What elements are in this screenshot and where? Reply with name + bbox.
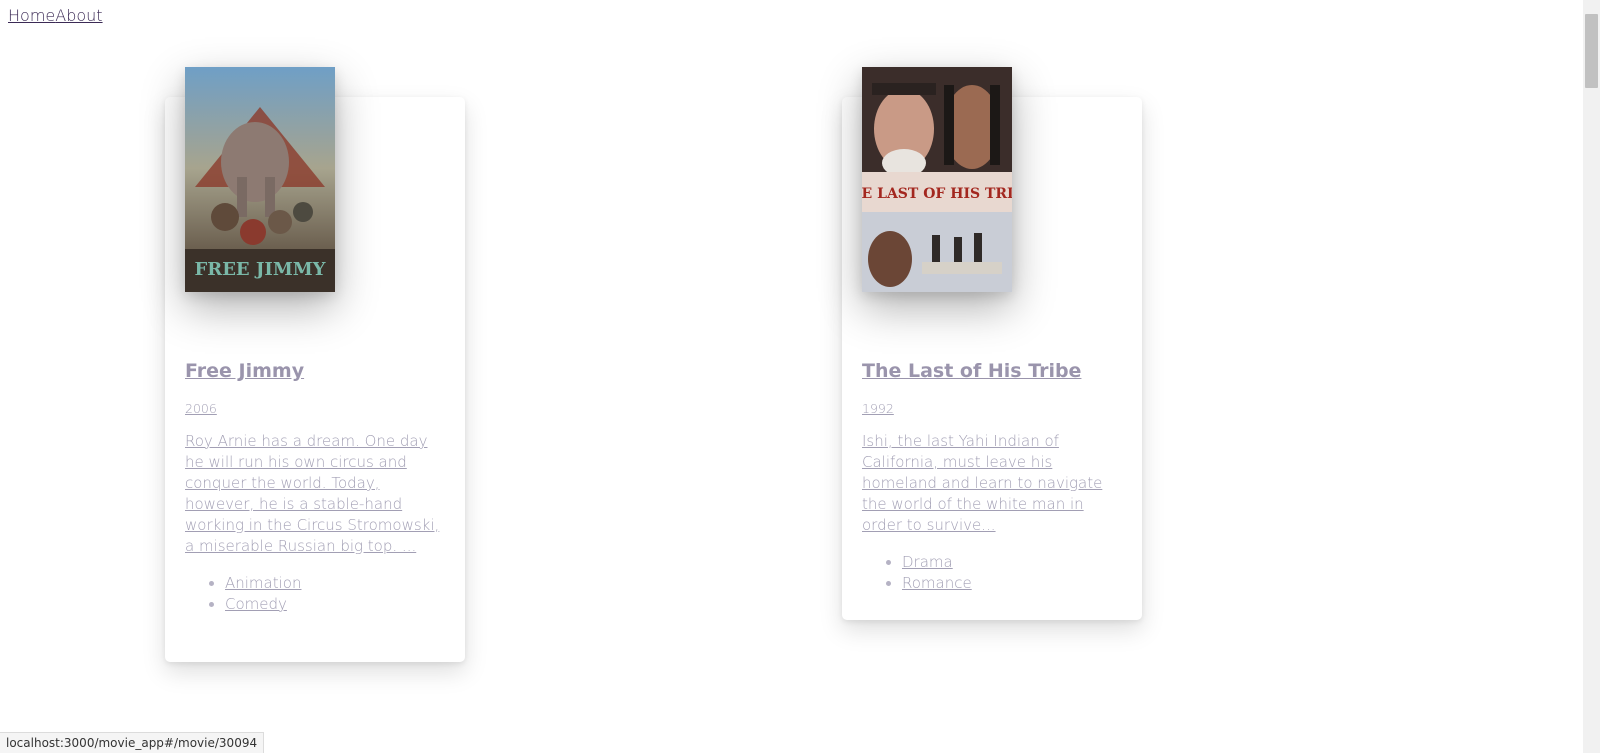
movie-title[interactable]: The Last of His Tribe xyxy=(862,359,1122,383)
nav-home-link[interactable]: Home xyxy=(8,6,55,25)
movie-title[interactable]: Free Jimmy xyxy=(185,359,445,383)
genre-label[interactable]: Comedy xyxy=(225,595,287,613)
movie-poster[interactable]: FREE JIMMY xyxy=(185,67,335,292)
genre-list: Drama Romance xyxy=(862,552,1122,594)
genre-label[interactable]: Romance xyxy=(902,574,972,592)
genre-label[interactable]: Drama xyxy=(902,553,953,571)
browser-status-bar: localhost:3000/movie_app#/movie/30094 xyxy=(0,732,265,753)
poster-image-last-of-his-tribe: THE LAST OF HIS TRIBE xyxy=(862,67,1012,292)
genre-item: Animation xyxy=(225,573,445,594)
page-scrollbar[interactable] xyxy=(1583,0,1600,753)
movie-summary[interactable]: Roy Arnie has a dream. One day he will r… xyxy=(185,431,445,557)
movie-poster[interactable]: THE LAST OF HIS TRIBE xyxy=(862,67,1012,292)
genre-item: Drama xyxy=(902,552,1122,573)
movie-card-body: Free Jimmy 2006 Roy Arnie has a dream. O… xyxy=(185,359,445,615)
genre-label[interactable]: Animation xyxy=(225,574,301,592)
movie-year[interactable]: 2006 xyxy=(185,401,445,417)
poster-title-text: THE LAST OF HIS TRIBE xyxy=(862,186,1012,202)
genre-item: Comedy xyxy=(225,594,445,615)
movie-year[interactable]: 1992 xyxy=(862,401,1122,417)
scrollbar-thumb[interactable] xyxy=(1585,14,1598,88)
movie-summary[interactable]: Ishi, the last Yahi Indian of California… xyxy=(862,431,1122,536)
top-nav: HomeAbout xyxy=(8,6,103,25)
poster-image-free-jimmy: FREE JIMMY xyxy=(185,67,335,292)
nav-about-link[interactable]: About xyxy=(55,6,102,25)
genre-item: Romance xyxy=(902,573,1122,594)
genre-list: Animation Comedy xyxy=(185,573,445,615)
poster-title-text: FREE JIMMY xyxy=(194,259,326,280)
movie-card-body: The Last of His Tribe 1992 Ishi, the las… xyxy=(862,359,1122,594)
